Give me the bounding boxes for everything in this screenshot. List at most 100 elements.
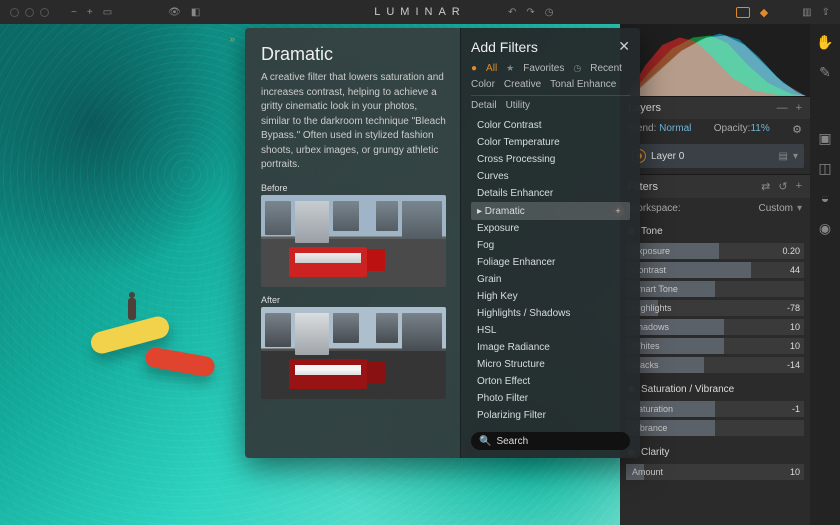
filter-item[interactable]: Image Radiance [471,339,630,356]
tab-tonal-enhance[interactable]: Tonal Enhance [550,79,616,90]
group-name: Clarity [641,447,669,458]
presets-icon[interactable]: ⇄ [761,180,770,193]
top-toolbar: − + ▭ 👁 ◧ LUMINAR ↶ ↷ ◷ ◆ ▥ ⇪ [0,0,840,24]
transform-tool-icon[interactable]: ◫ [817,160,833,176]
slider-row[interactable]: Highlights-78 [626,300,804,316]
preview-eye-icon[interactable]: 👁 [168,7,181,18]
filter-item[interactable]: Curves [471,168,630,185]
filter-category-row-1: ● All ★ Favorites ◷ Recent [471,63,630,74]
filters-section: Filters ⇄ ↺ + Workspace: Custom ▾ ToneEx… [620,174,810,498]
tab-creative[interactable]: Creative [504,79,541,90]
group-name: Tone [641,226,663,237]
opacity-value[interactable]: 11% [750,123,769,134]
slider-value: -14 [780,360,800,370]
reset-filters-icon[interactable]: ↺ [778,180,787,193]
undo-icon[interactable]: ↶ [508,7,516,18]
close-dot[interactable] [10,8,19,17]
sidepanel-toggle-icon[interactable]: ▥ [802,7,811,18]
filter-category-row-3: Detail Utility [471,100,630,111]
tab-utility[interactable]: Utility [506,100,530,111]
slider-row[interactable]: Contrast44 [626,262,804,278]
filter-item[interactable]: Foliage Enhancer [471,254,630,271]
add-layer-icon[interactable]: + [796,102,802,114]
slider-row[interactable]: Vibrance [626,420,804,436]
slider-row[interactable]: Saturation-1 [626,401,804,417]
erase-tool-icon[interactable]: ◒ [817,190,833,206]
layer-row[interactable]: Layer 0 ▤ ▾ [626,144,804,168]
slider-row[interactable]: Blacks-14 [626,357,804,373]
expand-handle-icon[interactable]: » [229,34,235,45]
filter-category-row-2: Color Creative Tonal Enhance [471,79,630,96]
slider-value: 10 [780,341,800,351]
slider-row[interactable]: Exposure0.20 [626,243,804,259]
slider-row[interactable]: Shadows10 [626,319,804,335]
minimize-dot[interactable] [25,8,34,17]
collapse-layers-icon[interactable]: — [777,102,788,114]
zoom-out-icon[interactable]: − [71,7,77,18]
filter-search-input[interactable]: 🔍 Search [471,432,630,450]
slider-row[interactable]: Amount10 [626,464,804,480]
layer-name: Layer 0 [651,151,684,162]
filter-list[interactable]: Color ContrastColor TemperatureCross Pro… [471,117,630,426]
filter-item[interactable]: Details Enhancer [471,185,630,202]
add-filters-modal: » Dramatic A creative filter that lowers… [245,28,640,458]
workspace-chevron-icon[interactable]: ▾ [797,203,802,214]
filter-item[interactable]: High Key [471,288,630,305]
before-preview-image [261,195,446,287]
share-icon[interactable]: ⇪ [822,7,830,18]
category-recent[interactable]: Recent [590,63,622,74]
filter-item[interactable]: Micro Structure [471,356,630,373]
layers-panel-icon[interactable]: ◆ [760,6,768,19]
layers-section: Layers — + Blend: Normal Opacity:11% ⚙ L… [620,96,810,174]
tab-color[interactable]: Color [471,79,495,90]
slider-label: Amount [632,467,663,477]
search-placeholder: Search [496,436,528,447]
filter-group-header[interactable]: Tone [626,223,804,240]
filter-item[interactable]: Color Temperature [471,134,630,151]
add-filter-plus-icon[interactable]: + [612,205,624,217]
workspace-value[interactable]: Custom [759,203,793,214]
image-panel-icon[interactable] [736,7,750,18]
clone-tool-icon[interactable]: ◉ [817,220,833,236]
filter-item[interactable]: Cross Processing [471,151,630,168]
slider-value: 0.20 [780,246,800,256]
redo-icon[interactable]: ↷ [526,7,534,18]
filter-item[interactable]: Remove Color Cast [471,424,630,426]
after-label: After [261,295,446,305]
filter-item[interactable]: Grain [471,271,630,288]
zoom-in-icon[interactable]: + [87,7,93,18]
close-icon[interactable]: ✕ [618,38,630,55]
layer-expand-icon[interactable]: ▾ [793,151,798,162]
category-bullet: ● [471,63,477,74]
app-title: LUMINAR [374,6,466,18]
histogram[interactable] [620,24,810,96]
add-filter-icon[interactable]: + [796,180,802,193]
hand-tool-icon[interactable]: ✋ [817,34,833,50]
layer-gear-icon[interactable]: ⚙ [792,123,802,136]
layer-mask-icon[interactable]: ▤ [779,151,788,162]
filter-item[interactable]: ▸ Dramatic+ [471,202,630,220]
filter-item[interactable]: Photo Filter [471,390,630,407]
category-all[interactable]: All [486,63,497,74]
blend-mode-value[interactable]: Normal [659,123,691,134]
filter-group-header[interactable]: Saturation / Vibrance [626,381,804,398]
compare-split-icon[interactable]: ◧ [191,7,200,18]
filter-item[interactable]: HSL [471,322,630,339]
history-icon[interactable]: ◷ [545,7,554,18]
filter-item[interactable]: Color Contrast [471,117,630,134]
slider-row[interactable]: Smart Tone [626,281,804,297]
window-traffic-lights[interactable] [0,8,49,17]
filter-item[interactable]: Fog [471,237,630,254]
brush-tool-icon[interactable]: ✎ [817,64,833,80]
filter-item[interactable]: Orton Effect [471,373,630,390]
filter-item[interactable]: Polarizing Filter [471,407,630,424]
tab-detail[interactable]: Detail [471,100,497,111]
filter-item[interactable]: Highlights / Shadows [471,305,630,322]
category-favorites[interactable]: Favorites [523,63,564,74]
filter-item[interactable]: Exposure [471,220,630,237]
fit-icon[interactable]: ▭ [103,7,112,18]
slider-row[interactable]: Whites10 [626,338,804,354]
maximize-dot[interactable] [40,8,49,17]
crop-tool-icon[interactable]: ▣ [817,130,833,146]
filter-group-header[interactable]: Clarity [626,444,804,461]
